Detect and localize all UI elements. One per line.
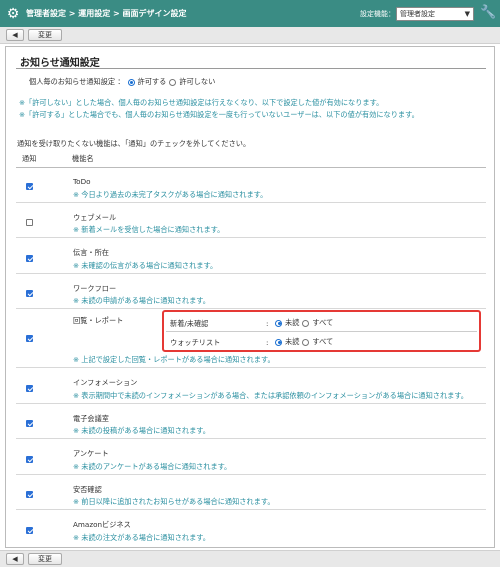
notification-settings-panel: お知らせ通知設定 個人毎のお知らせ通知設定 ： 許可する 許可しない ※「許可し…: [5, 46, 495, 548]
watchlist-label: ウォッチリスト: [170, 338, 221, 347]
new-unconfirmed-row: 新着/未確認 : 未読 すべて: [166, 313, 477, 332]
notify-checkbox[interactable]: [26, 385, 33, 392]
function-desc: ※ 未読の投稿がある場合に通知されます。: [73, 426, 210, 435]
note-allow: ※「許可する」とした場合でも、個人毎のお知らせ通知設定を一度も行っていないユーザ…: [19, 110, 419, 119]
new-unconfirmed-options: 未読 すべて: [275, 318, 333, 328]
breadcrumb: 管理者設定 > 運用設定 > 画面デザイン設定: [26, 9, 187, 18]
all-label[interactable]: すべて: [312, 337, 333, 347]
unread-label[interactable]: 未読: [285, 337, 299, 347]
deny-radio[interactable]: [169, 78, 177, 86]
notify-checkbox[interactable]: [26, 183, 33, 190]
function-select-value: 管理者設定: [400, 10, 435, 18]
colon: :: [266, 338, 269, 347]
table-row: Amazonビジネス ※ 未読の注文がある場合に通知されます。: [16, 511, 486, 545]
function-select[interactable]: 管理者設定 ▼: [396, 7, 474, 21]
unread-label[interactable]: 未読: [285, 318, 299, 328]
function-name: 安否確認: [73, 485, 102, 494]
notify-checkbox[interactable]: [26, 420, 33, 427]
notify-checkbox[interactable]: [26, 255, 33, 262]
back-button[interactable]: ◀: [6, 29, 24, 41]
notify-checkbox[interactable]: [26, 456, 33, 463]
function-name: Amazonビジネス: [73, 520, 131, 529]
title-bar: ⚙ 管理者設定 > 運用設定 > 画面デザイン設定 設定機能： 管理者設定 ▼ …: [0, 0, 500, 27]
function-name: 伝言・所在: [73, 248, 109, 257]
allow-label[interactable]: 許可する: [138, 77, 167, 87]
table-header: 通知 機能名: [16, 149, 486, 165]
all-radio[interactable]: [302, 319, 310, 327]
top-toolbar: ◀ 変更: [0, 27, 500, 44]
function-name: アンケート: [73, 449, 109, 458]
note-deny: ※「許可しない」とした場合、個人毎のお知らせ通知設定は行えなくなり、以下で設定し…: [19, 98, 384, 107]
table-row: 伝言・所在 ※ 未確認の伝言がある場合に通知されます。: [16, 239, 486, 274]
colon: :: [266, 319, 269, 328]
function-name: 電子会議室: [73, 414, 109, 423]
title-divider: [16, 68, 486, 69]
circular-sub-settings: 新着/未確認 : 未読 すべて ウォッチリスト : 未読 すべて: [162, 310, 481, 352]
function-name: ウェブメール: [73, 213, 117, 222]
function-desc: ※ 未確認の伝言がある場合に通知されます。: [73, 261, 218, 270]
function-label: 設定機能：: [360, 10, 395, 18]
function-desc: ※ 新着メールを受信した場合に通知されます。: [73, 225, 225, 234]
back-button[interactable]: ◀: [6, 553, 24, 565]
unread-radio[interactable]: [275, 319, 282, 327]
notify-checkbox[interactable]: [26, 219, 33, 226]
function-name: ToDo: [73, 177, 91, 186]
chevron-down-icon: ▼: [464, 10, 470, 18]
function-desc: ※ 表示期間中で未読のインフォメーションがある場合、または承認依頼のインフォメー…: [73, 391, 468, 400]
allow-radio[interactable]: [127, 78, 135, 86]
change-button[interactable]: 変更: [28, 29, 62, 41]
all-radio[interactable]: [302, 338, 310, 346]
table-row: ToDo ※ 今日より過去の未完了タスクがある場合に通知されます。: [16, 168, 486, 203]
watchlist-options: 未読 すべて: [275, 337, 333, 347]
panel-title: お知らせ通知設定: [20, 58, 100, 69]
function-desc: ※ 前日以降に追加されたお知らせがある場合に通知されます。: [73, 497, 275, 506]
function-name: ワークフロー: [73, 284, 117, 293]
notify-checkbox[interactable]: [26, 491, 33, 498]
personal-setting-row: 個人毎のお知らせ通知設定 ： 許可する 許可しない: [29, 77, 215, 87]
function-desc: ※ 未読の申請がある場合に通知されます。: [73, 296, 210, 305]
col-notify: 通知: [22, 154, 37, 163]
table-row: ウェブメール ※ 新着メールを受信した場合に通知されます。: [16, 204, 486, 238]
personal-setting-label: 個人毎のお知らせ通知設定 ：: [29, 77, 125, 86]
unread-radio[interactable]: [275, 338, 282, 346]
wrench-icon[interactable]: 🔧: [480, 5, 496, 20]
deny-label[interactable]: 許可しない: [179, 77, 215, 87]
table-row: アンケート ※ 未読のアンケートがある場合に通知されます。: [16, 440, 486, 475]
table-row: 安否確認 ※ 前日以降に追加されたお知らせがある場合に通知されます。: [16, 476, 486, 510]
bottom-toolbar: ◀ 変更: [0, 550, 500, 567]
table-row: ワークフロー ※ 未読の申請がある場合に通知されます。: [16, 275, 486, 309]
notify-checkbox[interactable]: [26, 527, 33, 534]
intro-text: 通知を受け取りたくない機能は、「通知」のチェックを外してください。: [17, 139, 251, 148]
function-name: インフォメーション: [73, 378, 138, 387]
notify-checkbox[interactable]: [26, 290, 33, 297]
watchlist-row: ウォッチリスト : 未読 すべて: [166, 332, 477, 351]
change-button[interactable]: 変更: [28, 553, 62, 565]
col-function: 機能名: [72, 154, 94, 163]
function-desc: ※ 上記で設定した回覧・レポートがある場合に通知されます。: [73, 355, 275, 364]
table-row: インフォメーション ※ 表示期間中で未読のインフォメーションがある場合、または承…: [16, 369, 486, 404]
function-desc: ※ 未読のアンケートがある場合に通知されます。: [73, 462, 232, 471]
new-unconfirmed-label: 新着/未確認: [170, 319, 209, 328]
function-desc: ※ 今日より過去の未完了タスクがある場合に通知されます。: [73, 190, 268, 199]
gear-icon: ⚙: [6, 5, 20, 22]
all-label[interactable]: すべて: [312, 318, 333, 328]
function-desc: ※ 未読の注文がある場合に通知されます。: [73, 533, 210, 542]
function-name: 回覧・レポート: [73, 316, 124, 325]
notify-checkbox[interactable]: [26, 335, 33, 342]
table-row: 電子会議室 ※ 未読の投稿がある場合に通知されます。: [16, 405, 486, 439]
